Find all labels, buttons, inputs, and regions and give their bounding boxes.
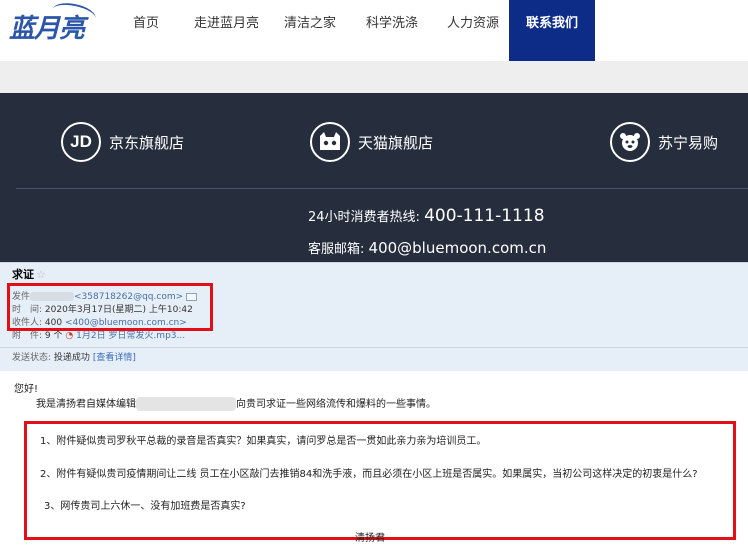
store-jd[interactable]: JD 京东旗舰店 bbox=[61, 122, 184, 162]
nav-item-home[interactable]: 首页 bbox=[133, 12, 159, 31]
question-item: 3、网传贵司上六休一、没有加班费是否真实? bbox=[44, 501, 246, 512]
service-email: 客服邮箱: 400@bluemoon.com.cn bbox=[308, 239, 547, 257]
band-divider bbox=[16, 188, 748, 189]
service-email-address[interactable]: 400@bluemoon.com.cn bbox=[369, 239, 547, 257]
hotline-number[interactable]: 400-111-1118 bbox=[424, 206, 544, 226]
nav-item-about[interactable]: 走进蓝月亮 bbox=[194, 12, 259, 31]
nav-item-science-wash[interactable]: 科学洗涤 bbox=[366, 12, 418, 31]
store-tmall[interactable]: 天猫旗舰店 bbox=[310, 122, 433, 162]
store-name-suning: 苏宁易购 bbox=[658, 133, 719, 152]
email-subject: 求证 ☆ bbox=[12, 268, 46, 281]
consumer-hotline: 24小时消费者热线: 400-111-1118 bbox=[308, 206, 545, 226]
attachment-link[interactable]: 1月2日 罗日常发火.mp3... bbox=[76, 331, 185, 341]
view-details-link[interactable]: [查看详情] bbox=[93, 353, 136, 363]
nav-item-hr[interactable]: 人力资源 bbox=[447, 12, 499, 31]
star-icon[interactable]: ☆ bbox=[36, 268, 46, 281]
nav-spacer bbox=[0, 61, 748, 93]
status-divider bbox=[0, 347, 748, 348]
stores-band bbox=[0, 93, 748, 262]
question-item: 1、附件疑似贵司罗秋平总裁的录音是否真实？如果真实，请问罗总是否一贯如此亲力亲为… bbox=[40, 436, 487, 447]
email-signature: 清扬君 bbox=[355, 533, 385, 544]
nav-item-clean-home[interactable]: 清洁之家 bbox=[284, 12, 336, 31]
nav-item-contact[interactable]: 联系我们 bbox=[509, 0, 595, 61]
store-suning[interactable]: 苏宁易购 bbox=[610, 122, 718, 162]
store-name-tmall: 天猫旗舰店 bbox=[358, 133, 434, 152]
email-intro: 我是清扬君自媒体编辑 向贵司求证一些网络流传和爆料的一些事情。 bbox=[36, 397, 436, 411]
highlight-box-sender bbox=[7, 283, 213, 331]
redacted-name bbox=[136, 397, 236, 411]
suning-icon bbox=[610, 122, 650, 162]
top-nav: 蓝月亮 首页 走进蓝月亮 清洁之家 科学洗涤 人力资源 联系我们 bbox=[0, 0, 748, 61]
tmall-icon bbox=[310, 122, 350, 162]
jd-icon: JD bbox=[61, 122, 101, 162]
email-greeting: 您好! bbox=[14, 384, 39, 395]
delivery-status: 发送状态: 投递成功 [查看详情] bbox=[12, 353, 136, 363]
question-item: 2、附件有疑似贵司疫情期间让二线 员工在小区敲门去推销84和洗手液，而且必须在小… bbox=[40, 469, 698, 480]
store-name-jd: 京东旗舰店 bbox=[109, 133, 185, 152]
attachment-icon: ◔ bbox=[65, 331, 74, 341]
